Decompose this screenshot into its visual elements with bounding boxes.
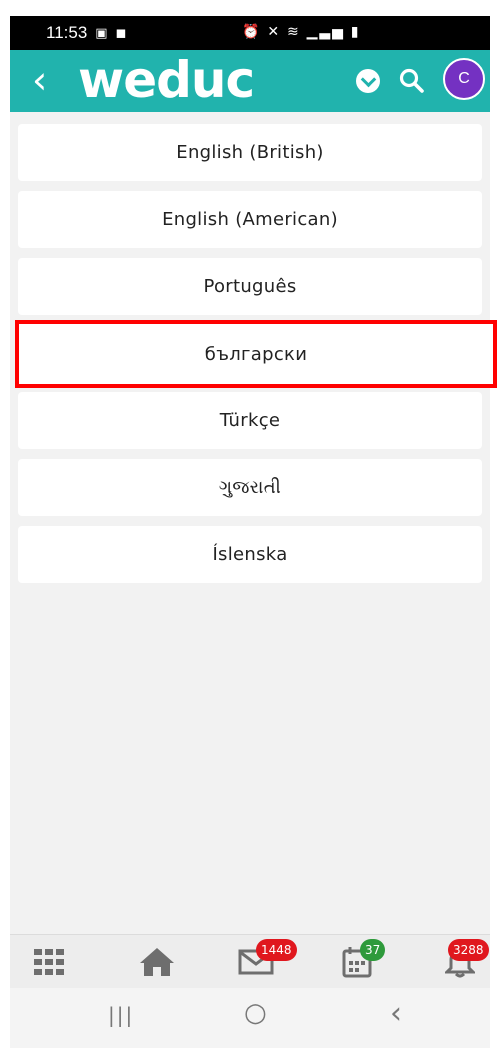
recents-button[interactable]: |||	[108, 1003, 134, 1027]
language-option-bulgarian[interactable]: български	[15, 320, 497, 388]
dropdown-chevron-icon[interactable]	[356, 69, 380, 93]
home-button[interactable]: ○	[244, 998, 267, 1028]
language-option-turkce[interactable]: Türkçe	[18, 392, 482, 449]
calendar-icon[interactable]: 37	[336, 935, 386, 989]
battery-icon: ▮	[350, 23, 361, 39]
gallery-icon: ▣	[95, 25, 108, 40]
alarm-icon: ⏰	[242, 23, 262, 39]
language-option-islenska[interactable]: Íslenska	[18, 526, 482, 583]
weduc-logo: weduc	[78, 51, 255, 109]
back-button[interactable]: ‹	[32, 58, 47, 102]
language-option-english-british[interactable]: English (British)	[18, 124, 482, 181]
status-time: 11:53	[46, 23, 88, 42]
notifications-bell-icon[interactable]: 3288	[438, 935, 489, 989]
mute-icon: ✕	[267, 23, 282, 39]
system-navigation-bar: ||| ○ ‹	[10, 988, 490, 1048]
language-option-gujarati[interactable]: ગુજરાતી	[18, 459, 482, 516]
user-avatar[interactable]: C	[443, 58, 485, 100]
system-back-button[interactable]: ‹	[390, 996, 402, 1031]
language-option-english-american[interactable]: English (American)	[18, 191, 482, 248]
messages-icon[interactable]: 1448	[232, 935, 297, 989]
calendar-badge: 37	[360, 939, 386, 961]
signal-icon: ▁▃▅	[306, 23, 345, 39]
search-icon[interactable]	[398, 67, 426, 95]
app-header: ‹ weduc C	[10, 50, 490, 112]
notifications-badge: 3288	[448, 939, 489, 961]
messages-badge: 1448	[256, 939, 297, 961]
bottom-navigation: 1448 37 3288	[10, 934, 490, 989]
status-icons: ⏰ ✕ ≋ ▁▃▅ ▮	[242, 23, 361, 40]
notification-icon: ◼	[115, 25, 127, 40]
apps-grid-icon[interactable]	[28, 935, 70, 989]
home-icon[interactable]	[132, 935, 182, 989]
status-bar: 11:53 ▣ ◼ ⏰ ✕ ≋ ▁▃▅ ▮	[10, 16, 490, 50]
language-option-portugues[interactable]: Português	[18, 258, 482, 315]
language-list-screen: English (British) English (American) Por…	[10, 112, 497, 934]
phone-screen: 11:53 ▣ ◼ ⏰ ✕ ≋ ▁▃▅ ▮ ‹ weduc C English …	[0, 0, 500, 1048]
wifi-icon: ≋	[286, 23, 301, 39]
